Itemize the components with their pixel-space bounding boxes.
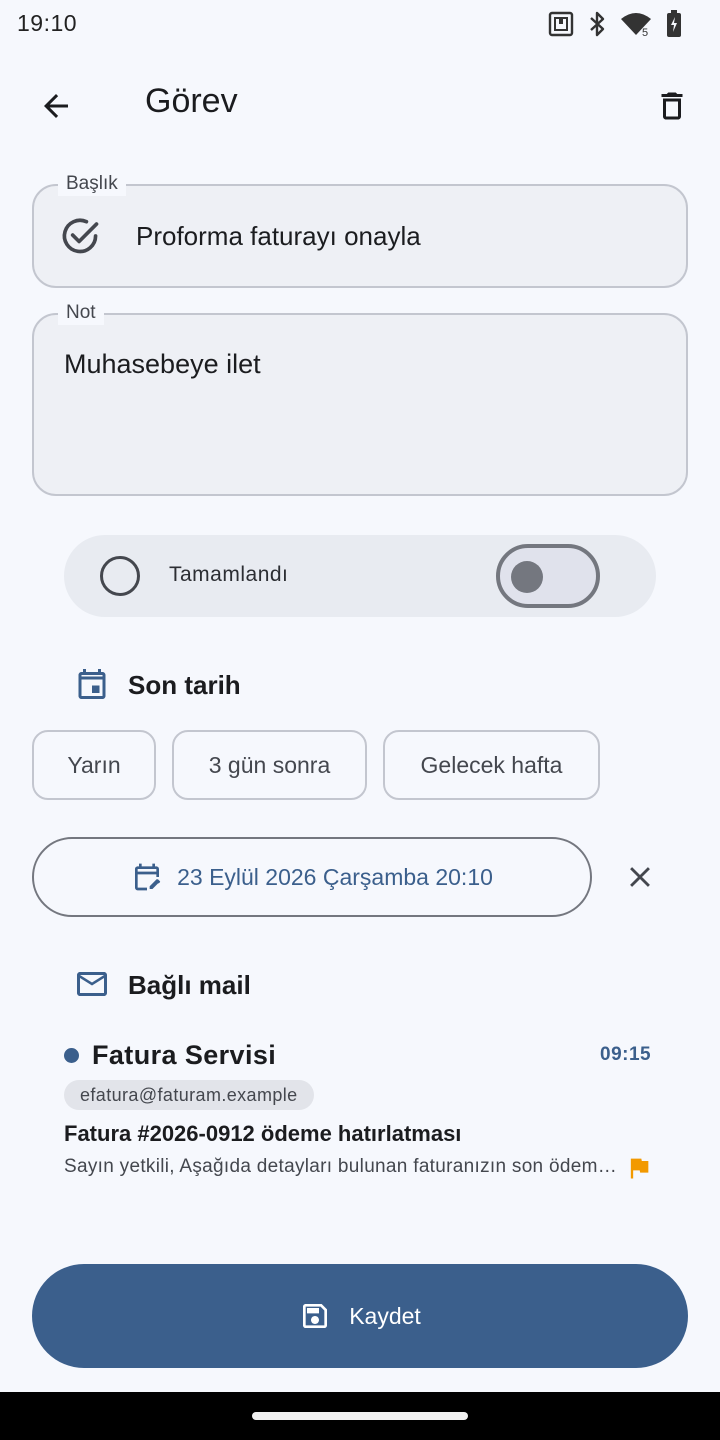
completed-toggle[interactable] bbox=[496, 544, 600, 608]
note-field[interactable]: Not Muhasebeye ilet bbox=[32, 301, 688, 496]
save-button[interactable]: Kaydet bbox=[32, 1264, 688, 1368]
status-icons: 5 bbox=[548, 8, 682, 40]
save-icon bbox=[303, 1304, 328, 1328]
save-button-label: Kaydet bbox=[349, 1302, 421, 1329]
battery-icon bbox=[666, 10, 682, 38]
mail-icon bbox=[77, 972, 107, 996]
trash-icon bbox=[661, 92, 683, 120]
completed-row[interactable]: Tamamlandı bbox=[64, 535, 656, 617]
mail-preview: Sayın yetkili, Aşağıda detayları bulunan… bbox=[64, 1156, 620, 1177]
clear-date-button[interactable] bbox=[612, 849, 668, 905]
mail-time: 09:15 bbox=[600, 1044, 652, 1065]
wifi-icon: 5 bbox=[620, 11, 652, 37]
title-input[interactable]: Proforma faturayı onayla bbox=[136, 221, 421, 252]
flag-icon bbox=[630, 1158, 649, 1179]
note-field-label: Not bbox=[58, 301, 104, 325]
chip-tomorrow[interactable]: Yarın bbox=[32, 730, 156, 800]
bluetooth-icon bbox=[588, 10, 606, 38]
mail-address-badge: efatura@faturam.example bbox=[64, 1080, 314, 1110]
page-title: Görev bbox=[145, 82, 238, 120]
nfc-icon bbox=[548, 11, 574, 37]
mail-subject[interactable]: Fatura #2026-0912 ödeme hatırlatması bbox=[64, 1121, 461, 1147]
close-icon bbox=[630, 867, 650, 887]
back-button[interactable] bbox=[30, 80, 82, 132]
check-circle-icon bbox=[62, 218, 99, 254]
title-field-label: Başlık bbox=[58, 172, 126, 196]
chip-next-week[interactable]: Gelecek hafta bbox=[383, 730, 600, 800]
due-date-value: 23 Eylül 2026 Çarşamba 20:10 bbox=[177, 863, 493, 890]
due-section-title: Son tarih bbox=[128, 670, 241, 700]
arrow-back-icon bbox=[44, 94, 68, 118]
calendar-icon bbox=[78, 669, 106, 699]
unread-dot bbox=[64, 1048, 79, 1063]
due-date-button[interactable]: 23 Eylül 2026 Çarşamba 20:10 bbox=[32, 837, 592, 917]
home-gesture-handle[interactable] bbox=[252, 1412, 468, 1420]
chip-three-days[interactable]: 3 gün sonra bbox=[172, 730, 367, 800]
status-time: 19:10 bbox=[17, 10, 78, 36]
toggle-knob bbox=[511, 561, 543, 593]
completed-radio[interactable] bbox=[100, 556, 140, 596]
navigation-bar bbox=[0, 1392, 720, 1440]
delete-button[interactable] bbox=[646, 80, 698, 132]
svg-text:5: 5 bbox=[642, 27, 648, 37]
mail-sender[interactable]: Fatura Servisi bbox=[92, 1040, 276, 1071]
title-field[interactable]: Başlık Proforma faturayı onayla bbox=[32, 172, 688, 288]
mail-section-title: Bağlı mail bbox=[128, 970, 251, 1000]
completed-label: Tamamlandı bbox=[169, 563, 289, 586]
calendar-edit-icon bbox=[135, 863, 161, 891]
note-input[interactable]: Muhasebeye ilet bbox=[64, 349, 261, 380]
